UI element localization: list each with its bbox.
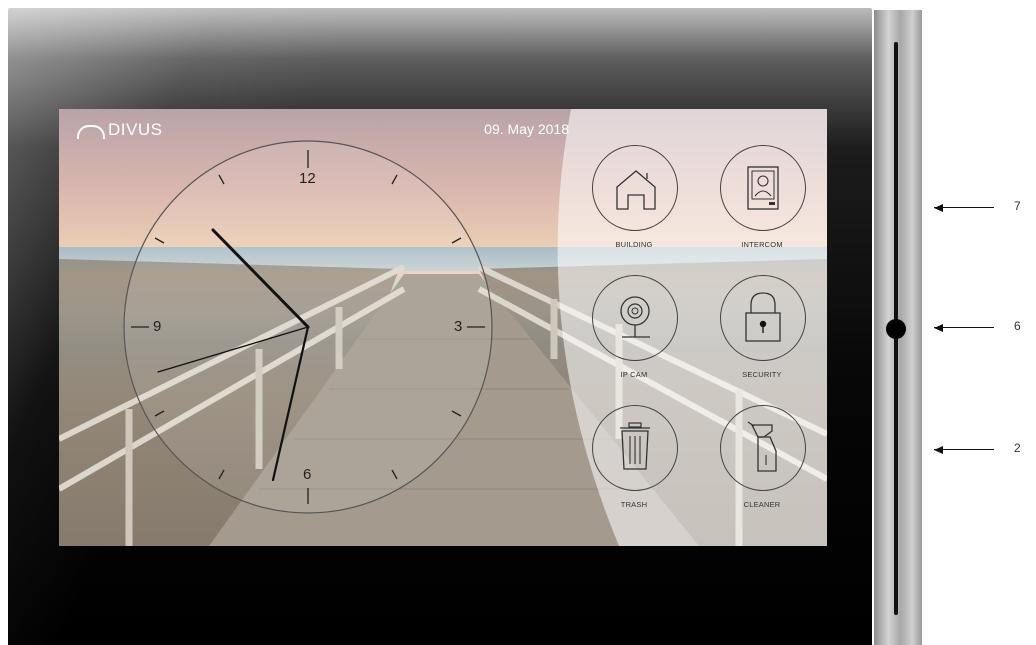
arrow-head-icon: [934, 204, 943, 212]
trash-bin-icon: [620, 422, 650, 470]
cleaner-tile[interactable]: CLEANER: [712, 405, 812, 515]
trash-tile[interactable]: TRASH: [584, 405, 684, 515]
callout-number: 6: [1014, 319, 1021, 333]
intercom-icon: [747, 166, 779, 210]
callout-2: 2: [934, 441, 1028, 457]
callout-arrow: [934, 449, 994, 450]
callout-6: 6: [934, 319, 1028, 335]
tile-label: INTERCOM: [741, 240, 783, 249]
callout-7: 7: [934, 199, 1028, 215]
brand-name: DIVUS: [108, 120, 163, 139]
divus-logo: DIVUS: [77, 119, 162, 141]
analog-clock[interactable]: 12 3 6 9: [123, 140, 493, 514]
callout-number: 7: [1014, 199, 1021, 213]
clock-face: [123, 140, 493, 514]
current-date: 09. May 2018: [484, 121, 569, 137]
spray-bottle-icon: [747, 421, 777, 472]
padlock-icon: [745, 292, 781, 342]
house-icon: [616, 170, 656, 210]
ip-cam-tile[interactable]: IP CAM: [584, 275, 684, 385]
ip-camera-icon: [620, 296, 650, 338]
touch-screen: DIVUS 09. May 2018 12 3 6 9 BUILDING INT…: [59, 109, 827, 546]
callout-number: 2: [1014, 441, 1021, 455]
clock-numeral-6: 6: [303, 466, 312, 483]
tile-label: TRASH: [620, 500, 648, 509]
intercom-tile[interactable]: INTERCOM: [712, 145, 812, 255]
proximity-sensor: [886, 319, 906, 339]
arrow-head-icon: [934, 324, 943, 332]
arrow-head-icon: [934, 446, 943, 454]
clock-numeral-3: 3: [454, 318, 463, 335]
tile-label: IP CAM: [620, 370, 648, 379]
tile-label: SECURITY: [742, 370, 782, 379]
callout-arrow: [934, 327, 994, 328]
tile-label: BUILDING: [615, 240, 653, 249]
building-tile[interactable]: BUILDING: [584, 145, 684, 255]
clock-numeral-12: 12: [299, 170, 316, 187]
callout-arrow: [934, 207, 994, 208]
logo-arc-icon: [77, 125, 105, 139]
tile-label: CLEANER: [743, 500, 781, 509]
clock-numeral-9: 9: [153, 318, 162, 335]
security-tile[interactable]: SECURITY: [712, 275, 812, 385]
